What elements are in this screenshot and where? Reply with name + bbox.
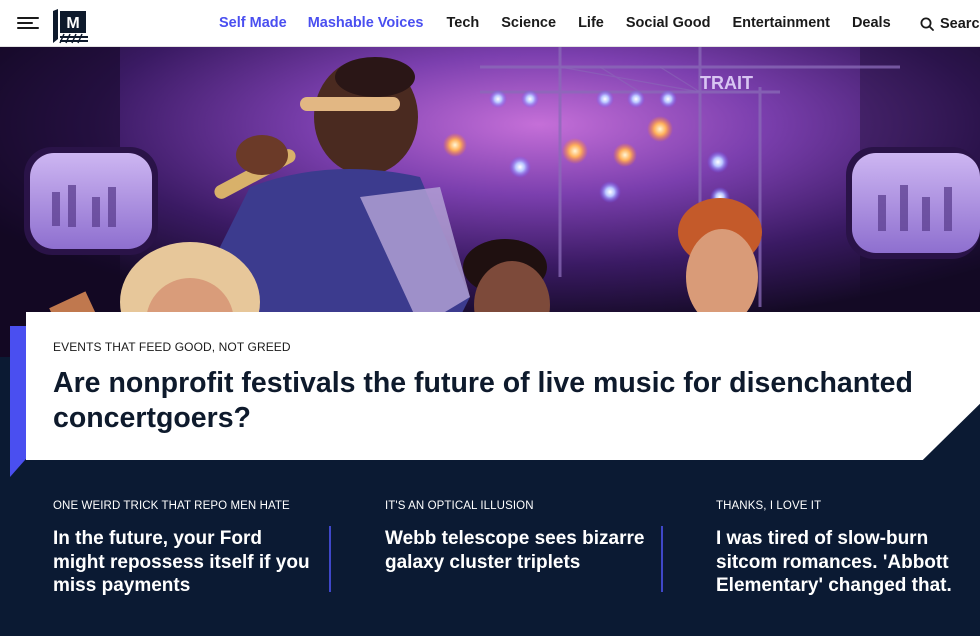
story-kicker[interactable]: IT'S AN OPTICAL ILLUSION [385, 500, 534, 512]
nav-link-self-made[interactable]: Self Made [219, 15, 287, 33]
feature-accent-bar [10, 326, 26, 477]
search-icon [920, 17, 934, 31]
nav-link-deals[interactable]: Deals [852, 15, 891, 33]
nav-link-entertainment[interactable]: Entertainment [732, 15, 830, 33]
story-headline[interactable]: I was tired of slow-burn sitcom romances… [716, 527, 976, 598]
stage-sign-text: TRAIT [700, 73, 753, 93]
featured-article-headline[interactable]: Are nonprofit festivals the future of li… [53, 366, 953, 436]
nav-link-life[interactable]: Life [578, 15, 604, 33]
hamburger-menu-icon[interactable] [17, 17, 39, 31]
story-headline[interactable]: Webb telescope sees bizarre galaxy clust… [385, 527, 645, 574]
story-kicker[interactable]: THANKS, I LOVE IT [716, 500, 821, 512]
top-navigation: M Self Made Mashable Voices Tech Science… [0, 0, 980, 47]
nav-link-science[interactable]: Science [501, 15, 556, 33]
featured-article-card: EVENTS THAT FEED GOOD, NOT GREED Are non… [26, 312, 980, 460]
svg-text:M: M [66, 15, 79, 32]
mashable-logo[interactable]: M [52, 9, 92, 45]
nav-link-mashable-voices[interactable]: Mashable Voices [308, 15, 424, 33]
nav-link-tech[interactable]: Tech [446, 15, 479, 33]
story-divider [661, 526, 663, 592]
hero-image[interactable]: TRAIT [0, 47, 980, 357]
story-kicker[interactable]: ONE WEIRD TRICK THAT REPO MEN HATE [53, 500, 290, 512]
story-headline[interactable]: In the future, your Ford might repossess… [53, 527, 313, 598]
primary-nav: Self Made Mashable Voices Tech Science L… [219, 15, 891, 33]
nav-link-social-good[interactable]: Social Good [626, 15, 711, 33]
search-label: Search [940, 16, 980, 32]
featured-article-kicker[interactable]: EVENTS THAT FEED GOOD, NOT GREED [53, 340, 291, 354]
story-divider [329, 526, 331, 592]
story-row: ONE WEIRD TRICK THAT REPO MEN HATE In th… [0, 480, 980, 636]
search-button[interactable]: Search [920, 16, 980, 32]
